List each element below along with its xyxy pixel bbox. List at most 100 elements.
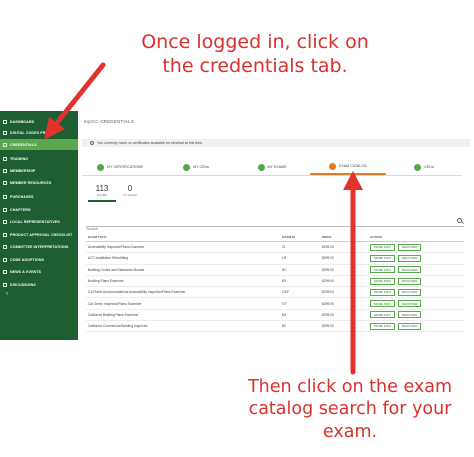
ceu-icon: [414, 163, 422, 171]
tab-exam-catalog[interactable]: EXAM CATALOG: [310, 159, 386, 175]
exam-code: BC: [282, 267, 287, 272]
exam-title: Building Codes and Standards Module: [88, 267, 145, 272]
tab-label: EXAM CATALOG: [339, 164, 367, 168]
caption-line: Then click on the exam: [247, 377, 453, 397]
more-info-button[interactable]: MORE INFO: [370, 288, 395, 296]
sidebar-item-digital-codes[interactable]: DIGITAL CODES PREM: [0, 127, 78, 138]
sidebar-nav: DASHBOARD DIGITAL CODES PREM CREDENTIALS…: [0, 111, 78, 340]
register-button[interactable]: REGISTER: [398, 322, 422, 330]
renewal-info-bar: You currently have no certificates avail…: [82, 139, 470, 147]
news-icon: [3, 269, 7, 274]
sidebar-item-dashboard[interactable]: DASHBOARD: [0, 116, 78, 127]
sidebar-item-credentials[interactable]: CREDENTIALS: [0, 139, 78, 150]
more-info-button[interactable]: MORE INFO: [370, 277, 395, 285]
more-info-button[interactable]: MORE INFO: [370, 300, 395, 308]
credential-tabs: MY CERTIFICATIONS MY CEUs MY EXAMS EXAM …: [82, 159, 462, 176]
caption-line: the credentials tab.: [162, 55, 348, 78]
register-button[interactable]: REGISTER: [398, 254, 422, 262]
sidebar-item-code-adoptions[interactable]: CODE ADOPTIONS: [0, 254, 78, 265]
sidebar-item-label: CREDENTIALS: [10, 142, 37, 147]
column-header-action: ACTION: [370, 235, 382, 239]
count-value: 113: [95, 184, 109, 193]
register-button[interactable]: REGISTER: [398, 300, 422, 308]
table-row: ACT Installation Retrofitting LR $299.00 MO…: [86, 253, 464, 265]
register-button[interactable]: REGISTER: [398, 243, 422, 251]
more-info-button[interactable]: MORE INFO: [370, 266, 395, 274]
exams-count-tab[interactable]: 113 EXAMS: [88, 184, 116, 202]
register-button[interactable]: REGISTER: [398, 288, 422, 296]
sidebar-item-local-representatives[interactable]: LOCAL REPRESENTATIVES: [0, 216, 78, 227]
sidebar-item-label: CODE ADOPTIONS: [10, 257, 45, 262]
sidebar-item-purchases[interactable]: PURCHASES: [0, 191, 78, 202]
row-actions: MORE INFO REGISTER: [370, 243, 464, 251]
register-button[interactable]: REGISTER: [398, 311, 422, 319]
exam-code: 21: [282, 245, 286, 250]
people-icon: [3, 219, 7, 224]
exam-count-tabs: 113 EXAMS 0 PC EXAM: [88, 184, 144, 202]
column-header-price[interactable]: PRICE: [322, 235, 370, 239]
sidebar-item-discussions[interactable]: DISCUSSIONS: [0, 279, 78, 290]
count-label: PC EXAM: [123, 193, 137, 197]
exam-code: GT: [282, 301, 287, 306]
column-header-code[interactable]: EXAM ID: [282, 235, 322, 239]
resources-icon: [3, 180, 7, 185]
tab-label: CEUs: [424, 165, 434, 169]
credentials-icon: [3, 142, 7, 147]
exam-code: B3: [282, 279, 287, 284]
sidebar-item-label: CHAPTERS: [10, 207, 31, 212]
collapse-chevron-icon[interactable]: ‹: [6, 291, 8, 297]
training-icon: [3, 156, 7, 161]
sidebar-item-membership[interactable]: MEMBERSHIP: [0, 165, 78, 176]
exam-catalog-table: EXAM TITLE EXAM ID PRICE ACTION Accessib…: [86, 233, 464, 333]
dashboard-icon: [3, 119, 7, 124]
sidebar-item-product-approval[interactable]: PRODUCT APPROVAL CHECKLIST: [0, 229, 78, 240]
exam-search-bar: [86, 217, 464, 234]
exam-title: Cal Green Inspector/Plans Examiner: [88, 301, 142, 306]
info-icon: [90, 141, 94, 145]
sidebar-item-label: COMMITTEE INTERPRETATIONS: [10, 244, 69, 249]
exam-code: CAP: [282, 290, 289, 295]
exam-icon: [257, 163, 265, 171]
register-button[interactable]: REGISTER: [398, 277, 422, 285]
sidebar-item-member-resources[interactable]: MEMBER RESOURCES: [0, 177, 78, 188]
chat-icon: [3, 282, 7, 287]
sidebar-item-label: DIGITAL CODES PREM: [10, 130, 52, 135]
instruction-caption-top: Once logged in, click on the credentials…: [90, 30, 420, 79]
exam-title: Building Plans Examiner: [88, 279, 124, 284]
sidebar-item-label: NEWS & EVENTS: [10, 269, 42, 274]
more-info-button[interactable]: MORE INFO: [370, 254, 395, 262]
caption-line: catalog search for your: [248, 399, 452, 420]
tab-my-ceus[interactable]: MY CEUs: [158, 159, 234, 175]
more-info-button[interactable]: MORE INFO: [370, 322, 395, 330]
sidebar-item-label: DASHBOARD: [10, 119, 35, 124]
table-row: Accessibility Inspector/Plans Examiner 21…: [86, 242, 464, 254]
tab-ceus[interactable]: CEUs: [386, 159, 462, 175]
renewal-info-text: You currently have no certificates avail…: [97, 141, 204, 145]
tab-my-exams[interactable]: MY EXAMS: [234, 159, 310, 175]
more-info-button[interactable]: MORE INFO: [370, 243, 395, 251]
count-value: 0: [127, 184, 133, 193]
exam-code: B3: [282, 312, 287, 317]
sidebar-item-training[interactable]: TRAINING: [0, 153, 78, 164]
register-button[interactable]: REGISTER: [398, 266, 422, 274]
sidebar-item-label: MEMBERSHIP: [10, 168, 36, 173]
caption-line: Once logged in, click on: [141, 31, 369, 53]
exam-price: $299.00: [322, 256, 334, 261]
more-info-button[interactable]: MORE INFO: [370, 311, 395, 319]
sidebar-item-news-events[interactable]: NEWS & EVENTS: [0, 266, 78, 277]
tab-my-certifications[interactable]: MY CERTIFICATIONS: [82, 159, 158, 175]
row-actions: MORE INFO REGISTER: [370, 322, 464, 330]
instruction-caption-bottom: Then click on the exam catalog search fo…: [200, 376, 474, 443]
sidebar-item-committee-interpretations[interactable]: COMMITTEE INTERPRETATIONS: [0, 241, 78, 252]
book-icon: [3, 130, 7, 135]
exam-code: LR: [282, 256, 287, 261]
sidebar-item-chapters[interactable]: CHAPTERS: [0, 204, 78, 215]
search-icon[interactable]: [457, 218, 462, 223]
certificate-icon: [97, 163, 105, 171]
pc-exam-count-tab[interactable]: 0 PC EXAM: [116, 184, 144, 202]
row-actions: MORE INFO REGISTER: [370, 311, 464, 319]
chapters-icon: [3, 207, 7, 212]
cart-icon: [3, 194, 7, 199]
exam-title: California Commercial Building Inspector: [88, 324, 148, 329]
column-header-title[interactable]: EXAM TITLE: [86, 235, 282, 239]
